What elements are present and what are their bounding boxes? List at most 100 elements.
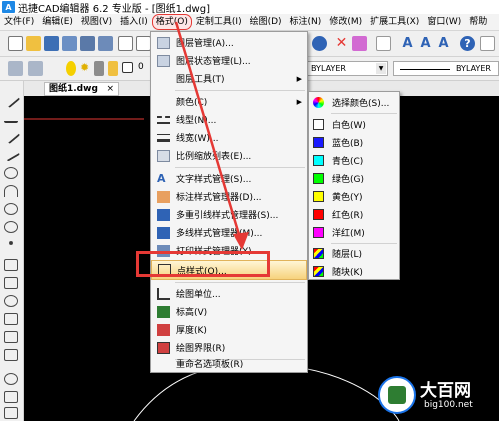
ray-tool-icon[interactable] <box>1 125 21 145</box>
menu-item-mline-style[interactable]: 多线样式管理器(M)... <box>151 224 307 241</box>
menu-item-layer-state[interactable]: 图层状态管理(L)... <box>151 52 307 69</box>
document-tab[interactable]: 图纸1.dwg × <box>44 82 119 96</box>
text-a-icon[interactable]: A <box>400 36 415 51</box>
properties-icon[interactable] <box>376 36 391 51</box>
menu-item-label: 重命名选项板(R) <box>176 360 244 370</box>
color-item-choose[interactable]: 选择颜色(S)... <box>309 94 399 111</box>
layer-icon[interactable] <box>8 61 23 76</box>
menu-item-mleader-style[interactable]: 多重引线样式管理器(S)... <box>151 206 307 223</box>
menu-draw[interactable]: 绘图(D) <box>246 14 286 30</box>
circle-tool-icon[interactable] <box>4 167 18 179</box>
menu-item-layer-tools[interactable]: 图层工具(T) ▶ <box>151 70 307 87</box>
preview-icon[interactable] <box>118 36 133 51</box>
menu-item-color[interactable]: 颜色(C) ▶ <box>151 93 307 110</box>
menu-format[interactable]: 格式(O) <box>151 14 192 30</box>
print-icon[interactable] <box>80 36 95 51</box>
menu-item-dim-style[interactable]: 标注样式管理器(D)... <box>151 188 307 205</box>
menu-view[interactable]: 视图(V) <box>77 14 116 30</box>
open-folder-icon[interactable] <box>26 36 41 51</box>
menu-item-drawing-limits[interactable]: 绘图界限(R) <box>151 339 307 356</box>
menu-item-scale-list[interactable]: 比例缩放列表(E)... <box>151 147 307 164</box>
lock-icon[interactable] <box>94 61 104 76</box>
close-tab-icon[interactable]: × <box>106 83 114 95</box>
layer-state-toolbar-icon[interactable] <box>28 61 43 76</box>
watermark-subtitle: big100.net <box>424 400 473 410</box>
arc-tool-icon[interactable] <box>4 185 18 197</box>
snap-icon[interactable] <box>480 36 495 51</box>
line-tool-icon[interactable] <box>1 89 21 109</box>
save-as-icon[interactable] <box>62 36 77 51</box>
menu-custom-tools[interactable]: 定制工具(I) <box>192 14 246 30</box>
text-a3-icon[interactable]: A <box>436 36 451 51</box>
menu-item-linetype[interactable]: 线型(N)... <box>151 111 307 128</box>
menu-item-units[interactable]: 绘图单位... <box>151 285 307 302</box>
circle2-tool-icon[interactable] <box>4 203 18 215</box>
menu-separator <box>175 282 305 283</box>
menu-item-layer-manager[interactable]: 图层管理(A)... <box>151 34 307 51</box>
help-icon[interactable]: ? <box>460 36 475 51</box>
color-item-cyan[interactable]: 青色(C) <box>309 152 399 169</box>
menu-separator <box>175 167 305 168</box>
yellow-swatch-icon <box>313 191 324 202</box>
color-item-red[interactable]: 红色(R) <box>309 206 399 223</box>
menu-item-elevation[interactable]: 标高(V) <box>151 303 307 320</box>
color-dropdown-value: BYLAYER <box>311 64 346 73</box>
color-item-byblock[interactable]: 随块(K) <box>309 263 399 280</box>
region-tool-icon[interactable] <box>4 331 18 343</box>
table-tool-icon[interactable] <box>4 349 18 361</box>
print-preview-icon[interactable] <box>98 36 113 51</box>
menu-window[interactable]: 窗口(W) <box>423 14 465 30</box>
text-a2-icon[interactable]: A <box>418 36 433 51</box>
select-icon[interactable] <box>352 36 367 51</box>
annotation-highlight-box <box>136 251 270 277</box>
menu-item-text-style[interactable]: A 文字样式管理(S)... <box>151 170 307 187</box>
donut-tool-icon[interactable] <box>4 373 18 385</box>
menu-extend-tools[interactable]: 扩展工具(X) <box>366 14 423 30</box>
point-tool-icon[interactable] <box>9 241 13 245</box>
color-item-yellow[interactable]: 黄色(Y) <box>309 188 399 205</box>
delete-icon[interactable]: ✕ <box>334 36 349 51</box>
sun-icon[interactable]: ✹ <box>80 61 90 76</box>
color-submenu: 选择颜色(S)... 白色(W) 蓝色(B) 青色(C) 绿色(G) 黄色(Y)… <box>308 91 400 280</box>
color-item-bylayer[interactable]: 随层(L) <box>309 245 399 262</box>
chevron-down-icon[interactable]: ▼ <box>376 63 386 74</box>
blue-swatch-icon <box>313 137 324 148</box>
layer-state-icon <box>157 54 170 67</box>
hexagon-tool-icon[interactable] <box>4 313 18 325</box>
mline-style-icon <box>157 226 170 239</box>
color-item-white[interactable]: 白色(W) <box>309 116 399 133</box>
cloud-tool-icon[interactable] <box>4 407 18 419</box>
spline-tool-icon[interactable] <box>4 391 18 403</box>
rectangle-tool-icon[interactable] <box>4 259 18 271</box>
lightbulb-icon[interactable] <box>66 61 76 76</box>
linetype-dropdown[interactable]: BYLAYER <box>393 61 499 76</box>
menu-item-thickness[interactable]: 厚度(K) <box>151 321 307 338</box>
color-dropdown[interactable]: BYLAYER ▼ <box>296 61 388 76</box>
color-item-blue[interactable]: 蓝色(B) <box>309 134 399 151</box>
ellipse-tool-icon[interactable] <box>4 295 18 307</box>
menu-dimension[interactable]: 标注(N) <box>286 14 326 30</box>
menu-item-rename[interactable]: 重命名选项板(R) <box>151 355 307 372</box>
color-item-magenta[interactable]: 洋红(M) <box>309 224 399 241</box>
polyline-tool-icon[interactable] <box>4 111 18 123</box>
new-file-icon[interactable] <box>8 36 23 51</box>
circle3-tool-icon[interactable] <box>4 221 18 233</box>
watermark-title: 大百网 <box>420 381 471 401</box>
document-icon[interactable] <box>136 36 151 51</box>
layer-color-icon[interactable] <box>108 61 118 76</box>
color-item-label: 白色(W) <box>332 121 366 131</box>
color-item-green[interactable]: 绿色(G) <box>309 170 399 187</box>
menu-modify[interactable]: 修改(M) <box>325 14 366 30</box>
save-icon[interactable] <box>44 36 59 51</box>
polygon-tool-icon[interactable] <box>4 277 18 289</box>
layer-swatch-icon <box>122 62 133 73</box>
current-layer-value: 0 <box>138 62 144 72</box>
color-item-label: 蓝色(B) <box>332 139 364 149</box>
redo-icon[interactable] <box>312 36 327 51</box>
menu-file[interactable]: 文件(F) <box>0 14 38 30</box>
menu-edit[interactable]: 编辑(E) <box>38 14 77 30</box>
xline-tool-icon[interactable] <box>1 144 21 162</box>
menu-help[interactable]: 帮助 <box>465 14 491 30</box>
menu-insert[interactable]: 插入(I) <box>116 14 152 30</box>
menu-item-lineweight[interactable]: 线宽(W)... <box>151 129 307 146</box>
